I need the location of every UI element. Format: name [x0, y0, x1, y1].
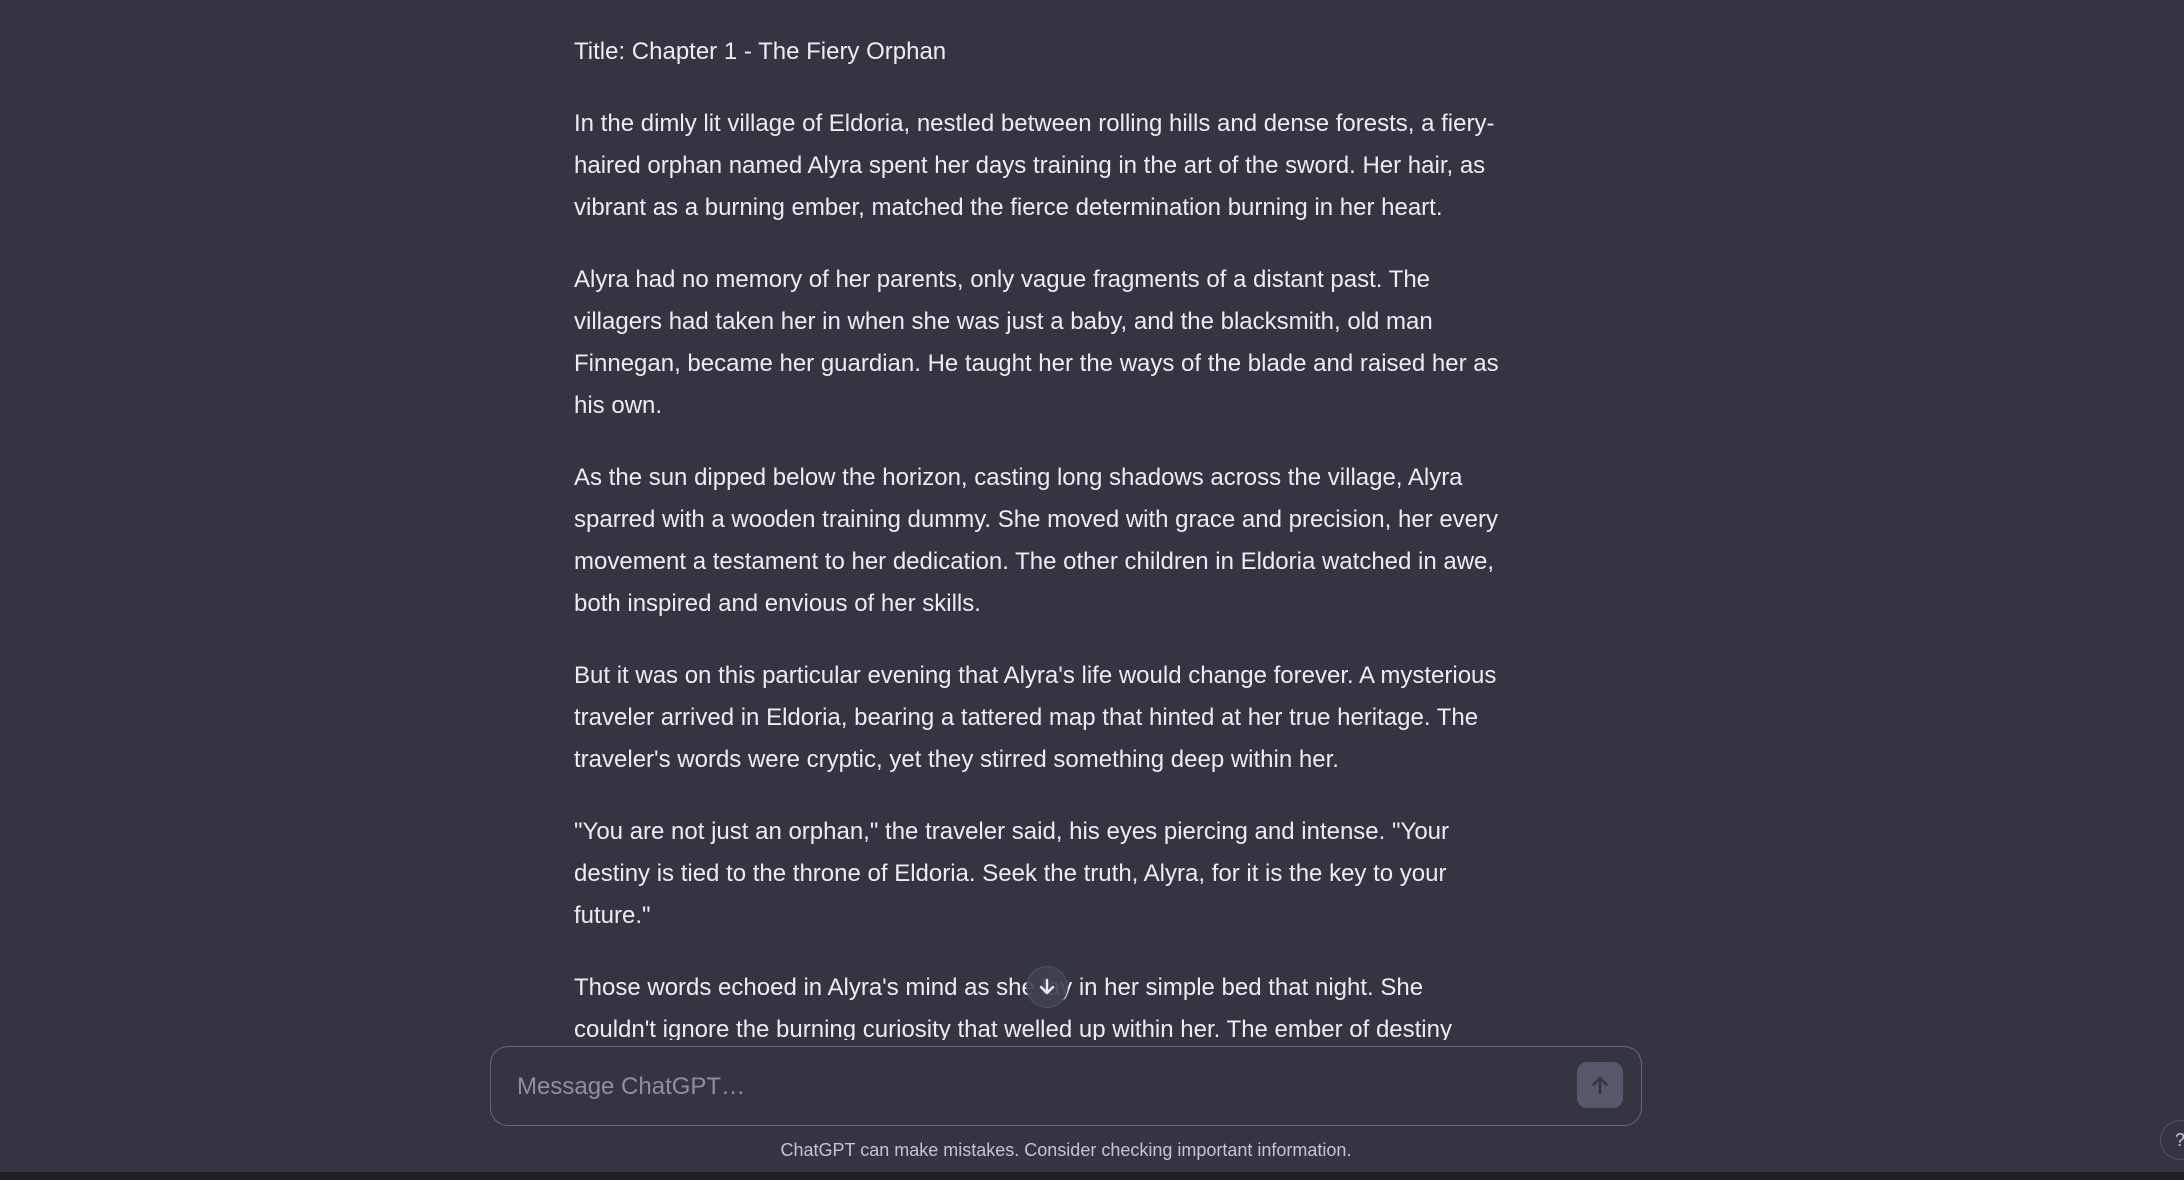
- message-title: Title: Chapter 1 - The Fiery Orphan: [574, 38, 947, 65]
- arrow-down-icon: [1039, 978, 1055, 995]
- bottom-edge: [0, 1172, 2184, 1180]
- message-paragraph-4: But it was on this particular evening th…: [574, 662, 1497, 773]
- message-paragraph-5: "You are not just an orphan," the travel…: [574, 818, 1450, 929]
- message-paragraph-1: In the dimly lit village of Eldoria, nes…: [574, 110, 1495, 221]
- send-button[interactable]: [1577, 1062, 1623, 1108]
- disclaimer-text: ChatGPT can make mistakes. Consider chec…: [780, 1140, 1352, 1160]
- message-composer: [490, 1046, 1642, 1126]
- message-input[interactable]: [515, 1047, 1539, 1126]
- arrow-up-icon: [1592, 1076, 1608, 1095]
- message-paragraph-3: As the sun dipped below the horizon, cas…: [574, 464, 1499, 617]
- chatgpt-page: Title: Chapter 1 - The Fiery Orphan In t…: [0, 0, 2184, 1180]
- message-paragraph-2: Alyra had no memory of her parents, only…: [574, 266, 1499, 419]
- conversation-area: Title: Chapter 1 - The Fiery Orphan In t…: [574, 0, 1504, 1046]
- scroll-to-bottom-button[interactable]: [1026, 966, 1068, 1008]
